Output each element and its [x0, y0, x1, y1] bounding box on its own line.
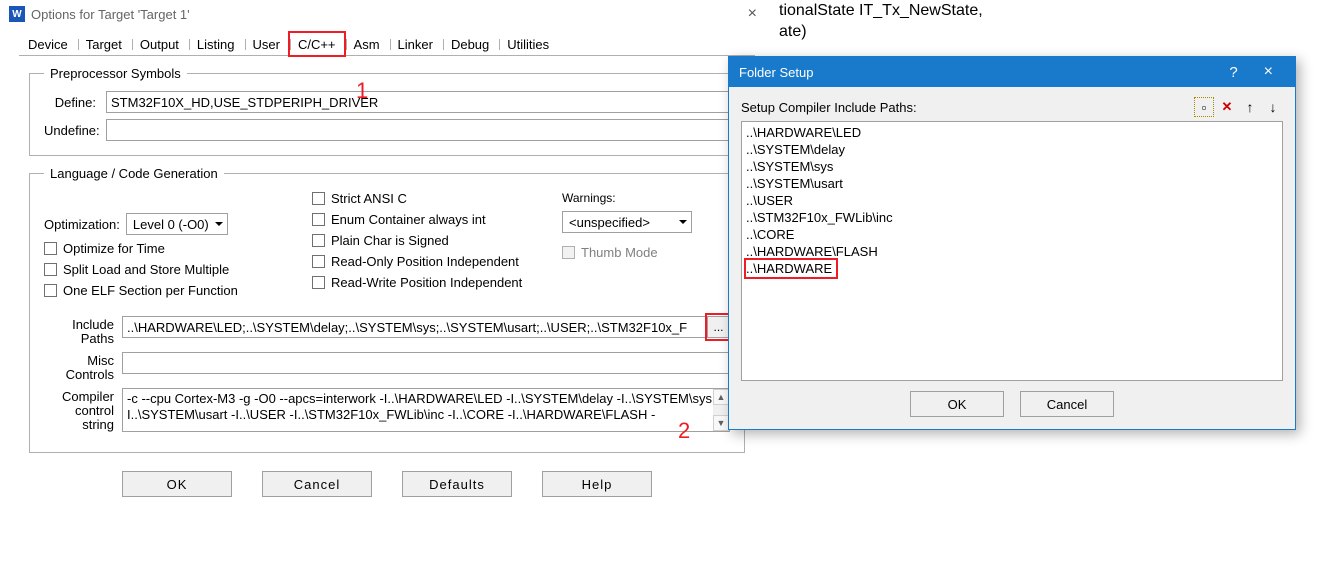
tab-user[interactable]: User — [244, 32, 289, 56]
delete-item-icon[interactable]: ✕ — [1217, 97, 1237, 117]
list-item[interactable]: ..\SYSTEM\sys — [746, 158, 1278, 175]
scrollbar[interactable]: ▲ ▼ — [713, 389, 729, 431]
folder-ok-button[interactable]: OK — [910, 391, 1004, 417]
list-item[interactable]: ..\STM32F10x_FWLib\inc — [746, 209, 1278, 226]
optimization-select[interactable]: Level 0 (-O0) — [126, 213, 228, 235]
undefine-label: Undefine: — [44, 123, 106, 138]
strict-ansi-label: Strict ANSI C — [331, 191, 407, 206]
background-code: tionalState IT_Tx_NewState, ate) — [779, 0, 983, 42]
one-elf-label: One ELF Section per Function — [63, 283, 238, 298]
defaults-button[interactable]: Defaults — [402, 471, 512, 497]
optimize-time-label: Optimize for Time — [63, 241, 165, 256]
folder-cancel-button[interactable]: Cancel — [1020, 391, 1114, 417]
split-load-label: Split Load and Store Multiple — [63, 262, 229, 277]
enum-container-checkbox[interactable] — [312, 213, 325, 226]
list-item[interactable]: ..\SYSTEM\delay — [746, 141, 1278, 158]
strict-ansi-checkbox[interactable] — [312, 192, 325, 205]
language-legend: Language / Code Generation — [44, 166, 224, 181]
read-only-label: Read-Only Position Independent — [331, 254, 519, 269]
folder-toolbar-label: Setup Compiler Include Paths: — [741, 100, 917, 115]
thumb-mode-label: Thumb Mode — [581, 245, 658, 260]
preprocessor-group: Preprocessor Symbols Define: STM32F10X_H… — [29, 66, 745, 156]
list-item[interactable]: ..\CORE — [746, 226, 1278, 243]
list-item[interactable]: ..\HARDWARE\LED — [746, 124, 1278, 141]
tab-output[interactable]: Output — [131, 32, 188, 56]
scroll-up-icon[interactable]: ▲ — [713, 389, 729, 405]
list-item[interactable]: ..\HARDWARE — [746, 260, 836, 277]
undefine-input[interactable] — [106, 119, 730, 141]
compiler-string-label: Compiler control string — [44, 388, 122, 432]
split-load-checkbox[interactable] — [44, 263, 57, 276]
folder-list[interactable]: ..\HARDWARE\LED ..\SYSTEM\delay ..\SYSTE… — [741, 121, 1283, 381]
tab-utilities[interactable]: Utilities — [498, 32, 558, 56]
read-only-checkbox[interactable] — [312, 255, 325, 268]
misc-controls-input[interactable] — [122, 352, 730, 374]
move-up-icon[interactable]: ↑ — [1240, 97, 1260, 117]
plain-char-checkbox[interactable] — [312, 234, 325, 247]
folder-close-icon[interactable]: × — [1252, 63, 1285, 81]
read-write-checkbox[interactable] — [312, 276, 325, 289]
misc-controls-label: Misc Controls — [44, 352, 122, 382]
warnings-label: Warnings: — [562, 191, 722, 205]
move-down-icon[interactable]: ↓ — [1263, 97, 1283, 117]
window-title: Options for Target 'Target 1' — [31, 7, 190, 22]
folder-setup-dialog: Folder Setup ? × Setup Compiler Include … — [728, 56, 1296, 430]
enum-container-label: Enum Container always int — [331, 212, 486, 227]
cancel-button[interactable]: Cancel — [262, 471, 372, 497]
plain-char-label: Plain Char is Signed — [331, 233, 449, 248]
tab-target[interactable]: Target — [77, 32, 131, 56]
tab-device[interactable]: Device — [19, 32, 77, 56]
define-label: Define: — [44, 95, 106, 110]
tab-debug[interactable]: Debug — [442, 32, 498, 56]
new-item-icon[interactable]: ▫ — [1194, 97, 1214, 117]
preprocessor-legend: Preprocessor Symbols — [44, 66, 187, 81]
read-write-label: Read-Write Position Independent — [331, 275, 522, 290]
tabs-bar: Device Target Output Listing User C/C++ … — [3, 28, 771, 56]
list-item[interactable]: ..\SYSTEM\usart — [746, 175, 1278, 192]
list-item[interactable]: ..\USER — [746, 192, 1278, 209]
options-titlebar: W Options for Target 'Target 1' × — [3, 0, 771, 28]
include-paths-input[interactable]: ..\HARDWARE\LED;..\SYSTEM\delay;..\SYSTE… — [122, 316, 708, 338]
warnings-select[interactable]: <unspecified> — [562, 211, 692, 233]
compiler-string-display: -c --cpu Cortex-M3 -g -O0 --apcs=interwo… — [122, 388, 730, 432]
close-icon[interactable]: × — [740, 5, 765, 23]
optimization-label: Optimization: — [44, 217, 120, 232]
tab-linker[interactable]: Linker — [389, 32, 442, 56]
tab-asm[interactable]: Asm — [345, 32, 389, 56]
app-icon: W — [9, 6, 25, 22]
thumb-mode-checkbox — [562, 246, 575, 259]
help-button[interactable]: Help — [542, 471, 652, 497]
include-paths-label: Include Paths — [44, 316, 122, 346]
list-item[interactable]: ..\HARDWARE\FLASH — [746, 243, 1278, 260]
folder-titlebar: Folder Setup ? × — [729, 57, 1295, 87]
include-paths-browse-button[interactable]: ... — [708, 316, 730, 338]
ok-button[interactable]: OK — [122, 471, 232, 497]
define-input[interactable]: STM32F10X_HD,USE_STDPERIPH_DRIVER — [106, 91, 730, 113]
optimize-time-checkbox[interactable] — [44, 242, 57, 255]
help-icon[interactable]: ? — [1215, 64, 1251, 81]
tab-listing[interactable]: Listing — [188, 32, 244, 56]
language-group: Language / Code Generation Optimization:… — [29, 166, 745, 453]
scroll-down-icon[interactable]: ▼ — [713, 415, 729, 431]
one-elf-checkbox[interactable] — [44, 284, 57, 297]
options-dialog: W Options for Target 'Target 1' × Device… — [3, 0, 771, 575]
tab-cpp[interactable]: C/C++ — [289, 32, 345, 56]
folder-title: Folder Setup — [739, 65, 813, 80]
